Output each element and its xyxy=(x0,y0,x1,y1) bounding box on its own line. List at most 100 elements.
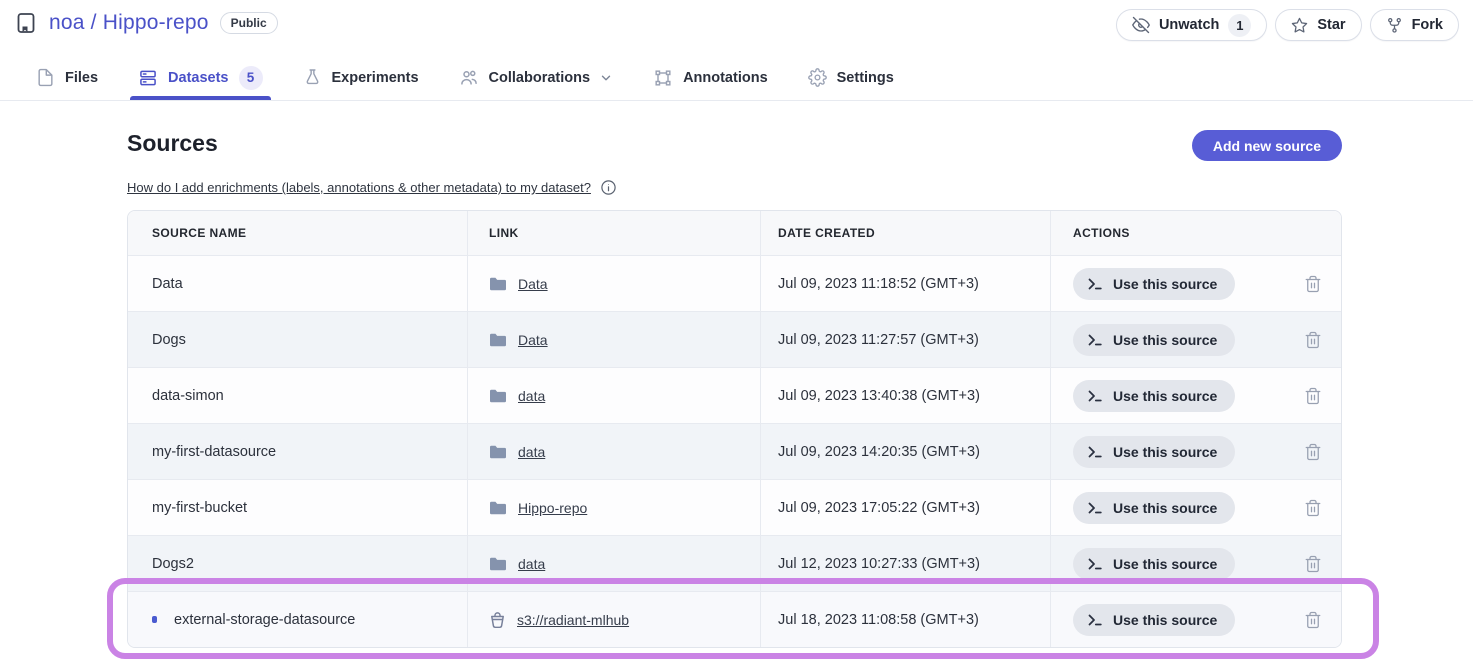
fork-icon xyxy=(1386,17,1403,34)
link-cell: data xyxy=(468,368,761,423)
table-header-row: SOURCE NAME LINK DATE CREATED ACTIONS xyxy=(128,211,1341,255)
actions-cell: Use this source xyxy=(1051,592,1341,647)
tab-files[interactable]: Files xyxy=(36,55,98,100)
source-link[interactable]: data xyxy=(518,556,545,572)
info-icon[interactable] xyxy=(600,179,617,196)
tab-settings[interactable]: Settings xyxy=(808,55,894,100)
source-name-cell: Dogs2 xyxy=(128,536,468,591)
source-name: data-simon xyxy=(152,388,224,404)
date-cell: Jul 09, 2023 11:18:52 (GMT+3) xyxy=(761,256,1051,311)
datasets-icon xyxy=(138,68,158,88)
chevron-down-icon xyxy=(599,71,613,85)
link-cell: Hippo-repo xyxy=(468,480,761,535)
use-this-source-button[interactable]: Use this source xyxy=(1073,548,1235,580)
folder-icon xyxy=(489,332,507,348)
delete-source-button[interactable] xyxy=(1304,331,1322,349)
folder-icon xyxy=(489,276,507,292)
link-cell: s3://radiant-mlhub xyxy=(468,592,761,647)
unwatch-button[interactable]: Unwatch 1 xyxy=(1116,9,1267,41)
use-this-source-button[interactable]: Use this source xyxy=(1073,268,1235,300)
source-link[interactable]: s3://radiant-mlhub xyxy=(517,612,629,628)
source-name: my-first-bucket xyxy=(152,500,247,516)
source-name: my-first-datasource xyxy=(152,444,276,460)
date-cell: Jul 12, 2023 10:27:33 (GMT+3) xyxy=(761,536,1051,591)
table-row: my-first-bucket Hippo-repo Jul 09, 2023 … xyxy=(128,479,1341,535)
tab-files-label: Files xyxy=(65,70,98,86)
link-cell: data xyxy=(468,424,761,479)
source-name-cell: data-simon xyxy=(128,368,468,423)
table-row-highlighted: external-storage-datasource s3://radiant… xyxy=(128,591,1341,647)
fork-label: Fork xyxy=(1412,17,1443,33)
use-this-source-button[interactable]: Use this source xyxy=(1073,604,1235,636)
people-icon xyxy=(459,68,479,88)
delete-source-button[interactable] xyxy=(1304,555,1322,573)
watch-count-badge: 1 xyxy=(1228,14,1251,37)
delete-source-button[interactable] xyxy=(1304,275,1322,293)
folder-icon xyxy=(489,444,507,460)
source-name: external-storage-datasource xyxy=(174,612,355,628)
source-link[interactable]: Hippo-repo xyxy=(518,500,587,516)
use-this-source-label: Use this source xyxy=(1113,332,1217,348)
source-status-dot-icon xyxy=(152,616,157,623)
actions-cell: Use this source xyxy=(1051,256,1341,311)
actions-cell: Use this source xyxy=(1051,480,1341,535)
date-cell: Jul 09, 2023 17:05:22 (GMT+3) xyxy=(761,480,1051,535)
delete-source-button[interactable] xyxy=(1304,387,1322,405)
repo-tabbar: Files Datasets 5 Experiments Collaborati… xyxy=(0,55,1473,101)
annotations-icon xyxy=(653,68,673,88)
fork-button[interactable]: Fork xyxy=(1370,9,1459,41)
use-this-source-label: Use this source xyxy=(1113,276,1217,292)
tab-datasets[interactable]: Datasets 5 xyxy=(138,55,262,100)
table-row: data-simon data Jul 09, 2023 13:40:38 (G… xyxy=(128,367,1341,423)
header-actions: ACTIONS xyxy=(1051,211,1341,255)
delete-source-button[interactable] xyxy=(1304,443,1322,461)
tab-collaborations[interactable]: Collaborations xyxy=(459,55,614,100)
enrichments-help-link[interactable]: How do I add enrichments (labels, annota… xyxy=(127,180,591,195)
use-this-source-button[interactable]: Use this source xyxy=(1073,492,1235,524)
source-link[interactable]: data xyxy=(518,388,545,404)
eye-off-icon xyxy=(1132,16,1150,34)
link-cell: Data xyxy=(468,312,761,367)
header-source-name: SOURCE NAME xyxy=(128,211,468,255)
date-cell: Jul 18, 2023 11:08:58 (GMT+3) xyxy=(761,592,1051,647)
repo-icon xyxy=(14,11,38,35)
table-row: my-first-datasource data Jul 09, 2023 14… xyxy=(128,423,1341,479)
date-cell: Jul 09, 2023 11:27:57 (GMT+3) xyxy=(761,312,1051,367)
source-name-cell: my-first-bucket xyxy=(128,480,468,535)
use-this-source-label: Use this source xyxy=(1113,444,1217,460)
tab-datasets-label: Datasets xyxy=(168,70,228,86)
source-name-cell: external-storage-datasource xyxy=(128,592,468,647)
table-row: Dogs Data Jul 09, 2023 11:27:57 (GMT+3) … xyxy=(128,311,1341,367)
star-label: Star xyxy=(1317,17,1345,33)
table-row: Data Data Jul 09, 2023 11:18:52 (GMT+3) … xyxy=(128,255,1341,311)
actions-cell: Use this source xyxy=(1051,424,1341,479)
date-cell: Jul 09, 2023 14:20:35 (GMT+3) xyxy=(761,424,1051,479)
source-name-cell: my-first-datasource xyxy=(128,424,468,479)
add-new-source-button[interactable]: Add new source xyxy=(1192,130,1342,161)
terminal-icon xyxy=(1087,332,1103,348)
tab-annotations[interactable]: Annotations xyxy=(653,55,768,100)
use-this-source-button[interactable]: Use this source xyxy=(1073,324,1235,356)
source-name-cell: Dogs xyxy=(128,312,468,367)
source-name: Dogs xyxy=(152,332,186,348)
use-this-source-label: Use this source xyxy=(1113,500,1217,516)
source-link[interactable]: Data xyxy=(518,332,548,348)
delete-source-button[interactable] xyxy=(1304,499,1322,517)
header-link: LINK xyxy=(468,211,761,255)
actions-cell: Use this source xyxy=(1051,536,1341,591)
tab-experiments[interactable]: Experiments xyxy=(303,55,419,100)
use-this-source-button[interactable]: Use this source xyxy=(1073,436,1235,468)
bucket-icon xyxy=(489,611,506,629)
source-link[interactable]: data xyxy=(518,444,545,460)
folder-icon xyxy=(489,500,507,516)
file-icon xyxy=(36,68,55,87)
use-this-source-button[interactable]: Use this source xyxy=(1073,380,1235,412)
star-button[interactable]: Star xyxy=(1275,9,1361,41)
repo-header: noa / Hippo-repo Public xyxy=(14,11,278,35)
repo-title[interactable]: noa / Hippo-repo xyxy=(49,11,209,35)
datasets-count-badge: 5 xyxy=(239,66,263,90)
source-link[interactable]: Data xyxy=(518,276,548,292)
terminal-icon xyxy=(1087,276,1103,292)
visibility-badge: Public xyxy=(220,12,278,34)
delete-source-button[interactable] xyxy=(1304,611,1322,629)
